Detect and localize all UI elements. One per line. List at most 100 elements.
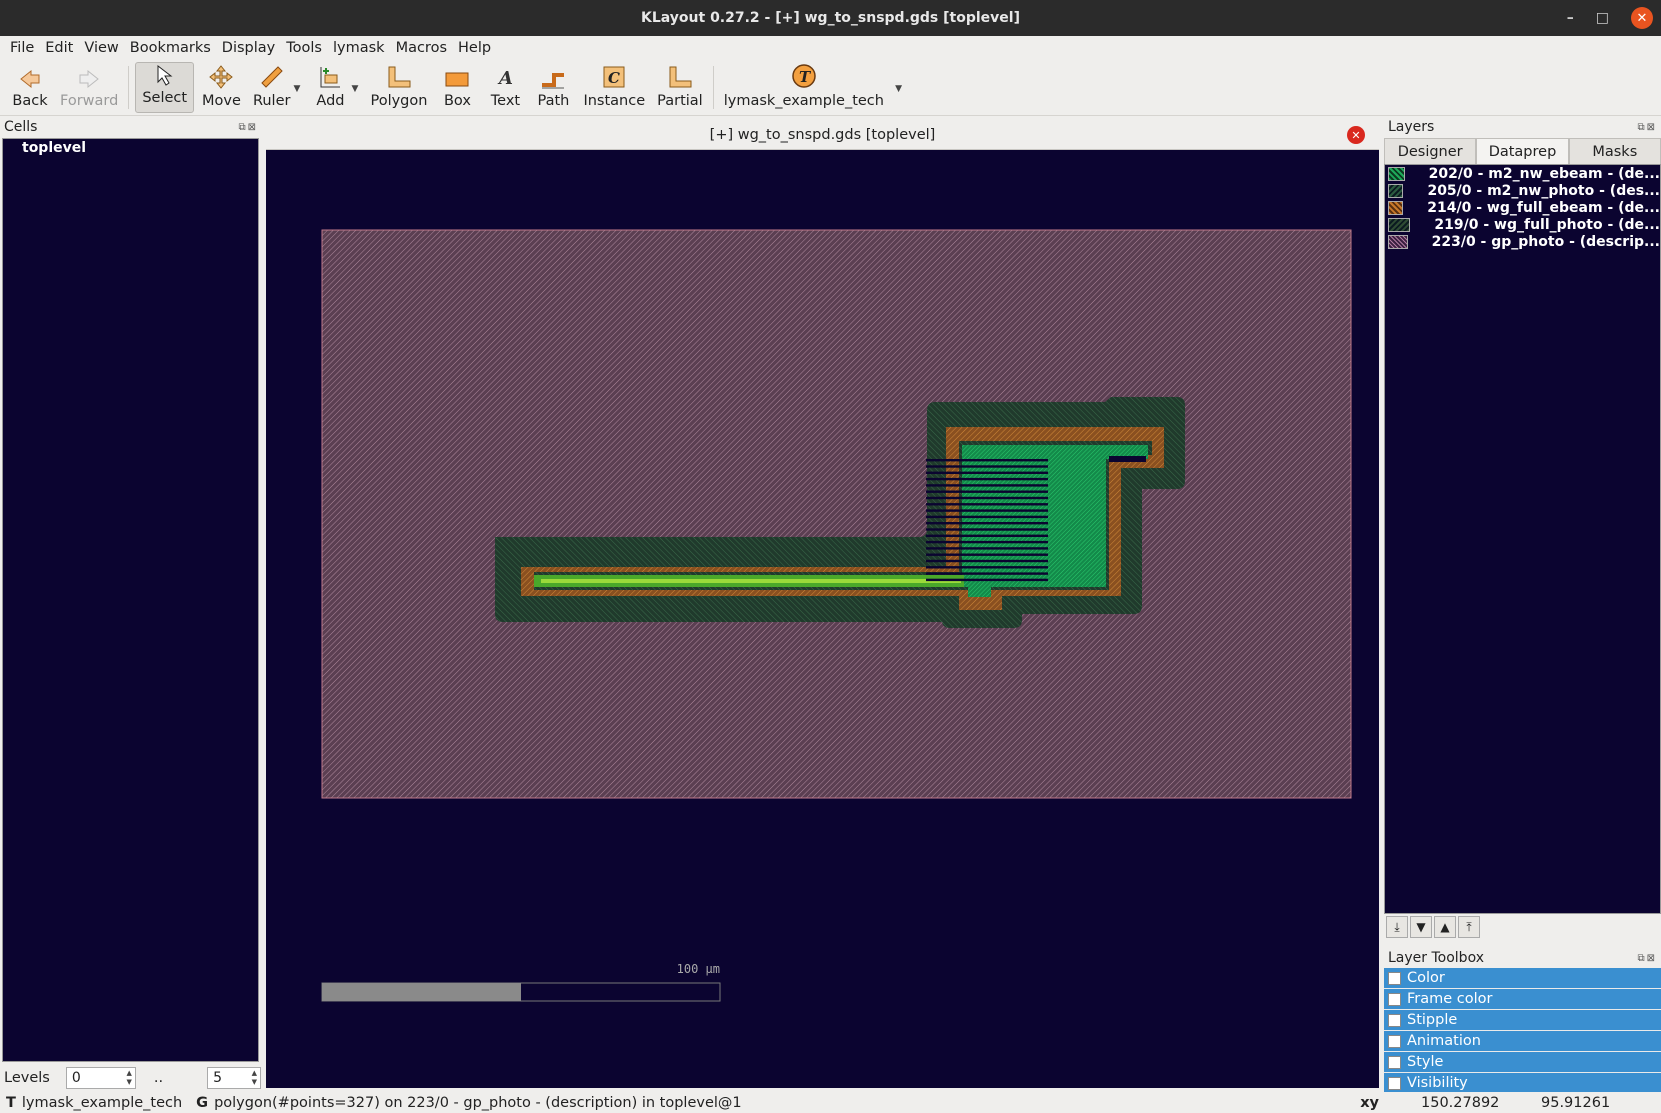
forward-button[interactable]: Forward [54,60,124,115]
move-button[interactable]: Move [196,60,247,115]
minimize-icon[interactable]: – [1567,10,1574,26]
toolbox-visibility[interactable]: Visibility [1384,1073,1661,1094]
cell-tree[interactable]: toplevel [2,138,259,1062]
meander-segment[interactable] [926,528,1048,531]
meander-segment[interactable] [926,566,1048,569]
menu-edit[interactable]: Edit [45,40,73,56]
layout-view-tab[interactable]: [+] wg_to_snspd.gds [toplevel] ✕ [266,120,1379,150]
menu-tools[interactable]: Tools [286,40,322,56]
meander-segment[interactable] [926,471,1048,474]
toolbar-separator [128,66,130,109]
layer-row[interactable]: 219/0 - wg_full_photo - (de... [1385,216,1660,233]
layer-toolbox: Layer Toolbox ⧉⊠ Color Frame color Stipp… [1384,948,1661,1094]
layout-canvas[interactable]: 100 µm [266,150,1379,1088]
ruler-button[interactable]: Ruler ▼ [247,60,300,115]
tab-masks[interactable]: Masks [1568,138,1661,164]
spin-arrows-icon[interactable]: ▲ ▼ [126,1069,131,1087]
levels-from-spinbox[interactable]: 0 ▲ ▼ [65,1067,136,1089]
toolbox-stipple[interactable]: Stipple [1384,1010,1661,1031]
svg-text:A: A [497,68,513,89]
meander-segment[interactable] [926,578,1048,582]
meander-segment[interactable] [926,515,1048,519]
gp-photo-polygon[interactable] [321,229,1352,799]
tech-dropdown-icon[interactable]: ▼ [895,84,902,94]
meander-segment[interactable] [926,496,1048,500]
menu-file[interactable]: File [10,40,34,56]
meander-segment[interactable] [926,509,1048,512]
meander-bus[interactable] [1109,456,1146,462]
expand-checkbox[interactable] [1388,1055,1401,1069]
meander-segment[interactable] [926,547,1048,550]
back-button[interactable]: Back [6,60,54,115]
add-dropdown-icon[interactable]: ▼ [352,84,359,94]
meander-segment[interactable] [926,465,1048,468]
meander-segment[interactable] [926,459,1048,462]
polygon-button[interactable]: Polygon [364,60,433,115]
box-button[interactable]: Box [433,60,481,115]
menu-view[interactable]: View [84,40,118,56]
cell-item-toplevel[interactable]: toplevel [22,139,258,157]
layer-row[interactable]: 202/0 - m2_nw_ebeam - (de... [1385,165,1660,182]
layer-row[interactable]: 223/0 - gp_photo - (descrip... [1385,233,1660,250]
select-button[interactable]: Select [135,62,195,113]
path-button[interactable]: Path [529,60,577,115]
toolbox-color[interactable]: Color [1384,968,1661,989]
move-up-icon[interactable]: ▲ [1434,916,1456,938]
close-window-icon[interactable]: ✕ [1631,7,1653,29]
levels-bar: Levels 0 ▲ ▼ .. 5 ▲ ▼ [0,1064,262,1092]
tab-dataprep[interactable]: Dataprep [1476,138,1569,164]
expand-checkbox[interactable] [1388,992,1401,1006]
close-view-icon[interactable]: ✕ [1347,126,1365,144]
window-title: KLayout 0.27.2 - [+] wg_to_snspd.gds [to… [641,10,1020,26]
meander-segment[interactable] [926,484,1048,487]
meander-segment[interactable] [926,522,1048,525]
tech-selector[interactable]: T lymask_example_tech ▼ [718,60,904,115]
window-titlebar: KLayout 0.27.2 - [+] wg_to_snspd.gds [to… [0,0,1661,36]
meander-segment[interactable] [926,490,1048,493]
levels-to-spinbox[interactable]: 5 ▲ ▼ [207,1067,262,1089]
toolbox-style[interactable]: Style [1384,1052,1661,1073]
panel-float-close-icons[interactable]: ⧉⊠ [1637,122,1657,133]
meander-segment[interactable] [926,553,1048,556]
spin-arrows-icon[interactable]: ▲ ▼ [252,1069,257,1087]
meander-segment[interactable] [926,540,1048,544]
layers-panel-header: Layers ⧉⊠ [1384,118,1661,136]
panel-float-close-icons[interactable]: ⧉⊠ [1637,953,1657,964]
expand-checkbox[interactable] [1388,1076,1401,1090]
move-to-bottom-icon[interactable]: ⤓ [1386,916,1408,938]
menu-help[interactable]: Help [458,40,491,56]
layer-row[interactable]: 214/0 - wg_full_ebeam - (de... [1385,199,1660,216]
status-xy-label: xy [1360,1094,1379,1111]
partial-button[interactable]: Partial [651,60,709,115]
menu-lymask[interactable]: lymask [333,40,385,56]
expand-checkbox[interactable] [1388,1034,1401,1048]
partial-icon [669,66,692,88]
menu-display[interactable]: Display [222,40,275,56]
add-button[interactable]: Add ▼ [306,60,358,115]
move-to-top-icon[interactable]: ⤒ [1458,916,1480,938]
expand-checkbox[interactable] [1388,971,1401,985]
waveguide-inner[interactable] [541,579,961,583]
layers-panel-title: Layers [1388,119,1435,135]
text-button[interactable]: A Text [481,60,529,115]
menu-macros[interactable]: Macros [396,40,447,56]
toolbox-frame-color[interactable]: Frame color [1384,989,1661,1010]
meander-segment[interactable] [926,572,1048,575]
panel-float-close-icons[interactable]: ⧉⊠ [238,122,258,133]
move-down-icon[interactable]: ▼ [1410,916,1432,938]
layout-view-title: [+] wg_to_snspd.gds [toplevel] [709,126,936,143]
toolbox-animation[interactable]: Animation [1384,1031,1661,1052]
menu-bookmarks[interactable]: Bookmarks [130,40,211,56]
meander-segment[interactable] [926,477,1048,481]
status-tech: lymask_example_tech [21,1094,183,1111]
ruler-dropdown-icon[interactable]: ▼ [294,84,301,94]
expand-checkbox[interactable] [1388,1013,1401,1027]
layer-row[interactable]: 205/0 - m2_nw_photo - (des... [1385,182,1660,199]
tab-designer[interactable]: Designer [1384,138,1477,164]
maximize-icon[interactable]: □ [1596,10,1609,26]
meander-segment[interactable] [926,534,1048,537]
meander-segment[interactable] [926,559,1048,563]
layer-list[interactable]: 202/0 - m2_nw_ebeam - (de... 205/0 - m2_… [1384,164,1661,914]
instance-button[interactable]: C Instance [577,60,651,115]
meander-segment[interactable] [926,503,1048,506]
